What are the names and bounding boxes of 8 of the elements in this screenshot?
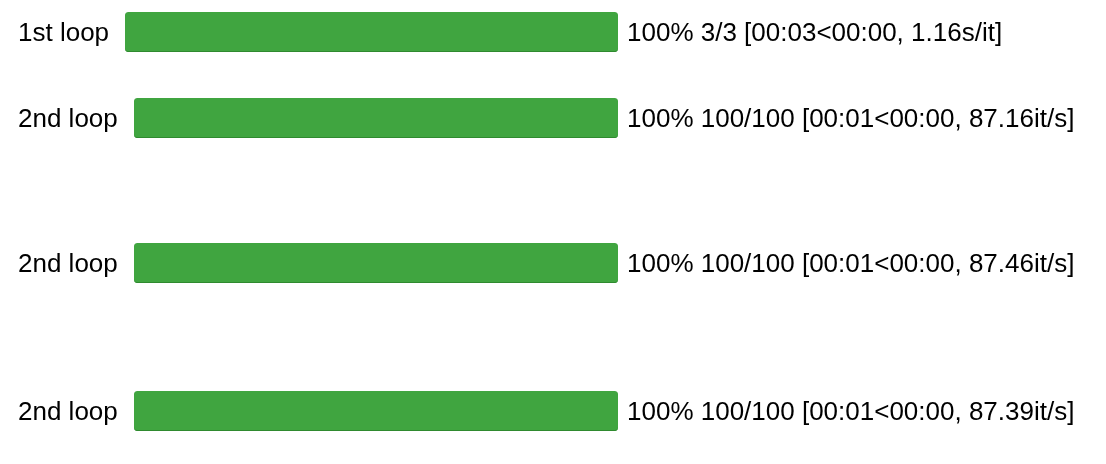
progress-status: 100% 100/100 [00:01<00:00, 87.46it/s]: [627, 247, 1075, 279]
progress-status: 100% 100/100 [00:01<00:00, 87.39it/s]: [627, 395, 1075, 427]
progress-label: 2nd loop: [18, 102, 118, 134]
progress-status: 100% 3/3 [00:03<00:00, 1.16s/it]: [627, 16, 1003, 48]
progress-status: 100% 100/100 [00:01<00:00, 87.16it/s]: [627, 102, 1075, 134]
progress-label: 2nd loop: [18, 395, 118, 427]
progress-label: 1st loop: [18, 16, 110, 48]
progress-label: 2nd loop: [18, 247, 118, 279]
